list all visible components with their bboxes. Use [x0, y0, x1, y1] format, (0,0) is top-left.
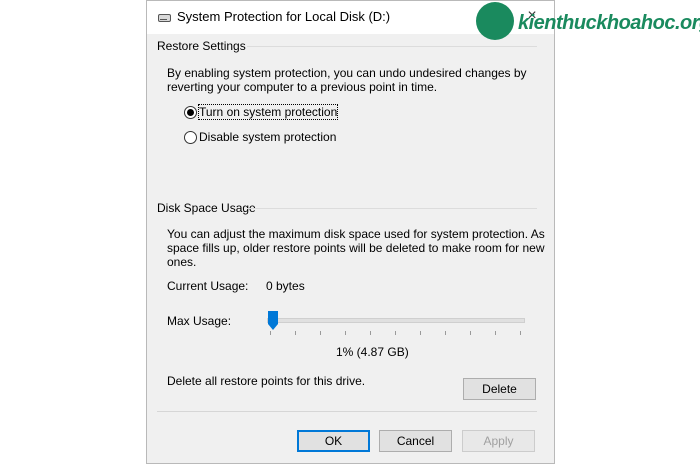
lightbulb-logo-icon	[476, 2, 514, 40]
max-usage-slider[interactable]	[265, 309, 527, 339]
restore-settings-divider	[247, 46, 537, 47]
slider-tick	[470, 331, 471, 335]
delete-restore-points-text: Delete all restore points for this drive…	[167, 374, 366, 388]
slider-track[interactable]	[267, 318, 525, 323]
footer-divider	[157, 411, 537, 412]
turn-on-protection-radio[interactable]	[184, 106, 197, 119]
watermark-text: kienthuckhoahoc.org	[518, 12, 700, 34]
slider-tick	[320, 331, 321, 335]
disk-description-line: space fills up, older restore points wil…	[167, 241, 545, 255]
watermark: kienthuckhoahoc.org	[471, 0, 700, 44]
slider-tick	[295, 331, 296, 335]
max-usage-readout: 1% (4.87 GB)	[336, 345, 409, 359]
slider-thumb[interactable]	[267, 311, 278, 330]
slider-tick	[495, 331, 496, 335]
disable-protection-label[interactable]: Disable system protection	[199, 130, 336, 144]
slider-tick	[445, 331, 446, 335]
turn-on-protection-label[interactable]: Turn on system protection	[197, 104, 339, 120]
dialog-title: System Protection for Local Disk (D:)	[177, 9, 391, 24]
drive-icon	[158, 14, 171, 22]
restore-description-line: By enabling system protection, you can u…	[167, 66, 527, 80]
slider-tick	[395, 331, 396, 335]
ok-button[interactable]: OK	[297, 430, 370, 452]
max-usage-label: Max Usage:	[167, 314, 232, 328]
slider-tick	[370, 331, 371, 335]
disk-description-line: You can adjust the maximum disk space us…	[167, 227, 545, 241]
disable-protection-radio[interactable]	[184, 131, 197, 144]
restore-description-line: reverting your computer to a previous po…	[167, 80, 438, 94]
disk-space-divider	[247, 208, 537, 209]
slider-tick	[420, 331, 421, 335]
slider-tick	[345, 331, 346, 335]
slider-tick	[520, 331, 521, 335]
disk-space-heading: Disk Space Usage	[157, 201, 256, 215]
disk-space-description: You can adjust the maximum disk space us…	[167, 227, 545, 269]
restore-settings-description: By enabling system protection, you can u…	[167, 66, 527, 94]
apply-button[interactable]: Apply	[462, 430, 535, 452]
current-usage-label: Current Usage:	[167, 279, 249, 293]
delete-button[interactable]: Delete	[463, 378, 536, 400]
restore-settings-heading: Restore Settings	[157, 39, 246, 53]
disk-description-line: ones.	[167, 255, 197, 269]
cancel-button[interactable]: Cancel	[379, 430, 452, 452]
system-protection-dialog: System Protection for Local Disk (D:) × …	[146, 0, 555, 464]
slider-tick	[270, 331, 271, 335]
current-usage-value: 0 bytes	[266, 279, 305, 293]
